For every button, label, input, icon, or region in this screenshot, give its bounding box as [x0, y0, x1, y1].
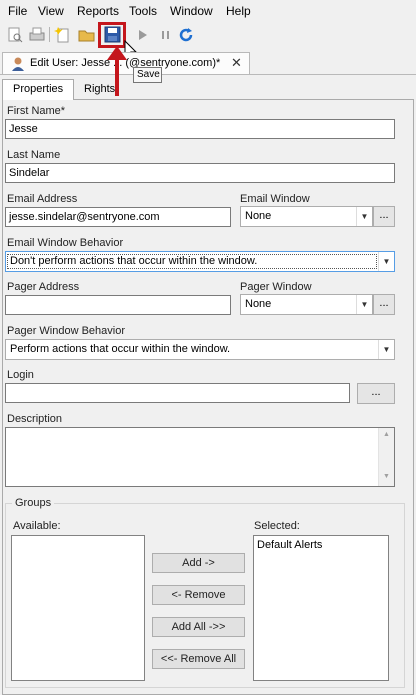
- selected-label: Selected:: [254, 520, 300, 532]
- available-label: Available:: [13, 520, 61, 532]
- pager-window-select[interactable]: None: [240, 294, 373, 315]
- pause-icon[interactable]: [157, 26, 175, 44]
- tab-rights[interactable]: Rights: [84, 83, 115, 95]
- menu-window[interactable]: Window: [170, 4, 213, 18]
- pager-window-label: Pager Window: [240, 281, 312, 293]
- list-item[interactable]: Default Alerts: [254, 536, 388, 554]
- menu-help[interactable]: Help: [226, 4, 251, 18]
- menu-bar: File View Reports Tools Window Help: [0, 0, 416, 22]
- open-folder-icon[interactable]: [78, 26, 96, 44]
- email-window-label: Email Window: [240, 193, 310, 205]
- email-address-field[interactable]: jesse.sindelar@sentryone.com: [5, 207, 231, 227]
- remove-all-button[interactable]: <<- Remove All: [152, 649, 245, 669]
- email-window-browse-button[interactable]: ...: [373, 206, 395, 227]
- user-icon: [10, 56, 26, 75]
- chevron-down-icon[interactable]: ▼: [378, 252, 394, 271]
- email-window-select[interactable]: None: [240, 206, 373, 227]
- first-name-label: First Name*: [7, 105, 66, 117]
- new-icon[interactable]: [54, 26, 72, 44]
- login-browse-button[interactable]: ...: [357, 383, 395, 404]
- print-preview-icon[interactable]: [6, 26, 24, 44]
- pager-window-behavior-select[interactable]: Perform actions that occur within the wi…: [5, 339, 395, 360]
- chevron-down-icon[interactable]: ▼: [378, 340, 394, 359]
- remove-button[interactable]: <- Remove: [152, 585, 245, 605]
- email-window-behavior-label: Email Window Behavior: [7, 237, 124, 249]
- toolbar-separator: [49, 27, 50, 42]
- scroll-down-icon[interactable]: ▼: [383, 473, 390, 480]
- pager-address-field[interactable]: [5, 295, 231, 315]
- save-tooltip: Save: [133, 67, 162, 83]
- pager-window-browse-button[interactable]: ...: [373, 294, 395, 315]
- selected-list[interactable]: Default Alerts: [253, 535, 389, 681]
- last-name-field[interactable]: Sindelar: [5, 163, 395, 183]
- chevron-down-icon[interactable]: ▼: [356, 207, 372, 226]
- available-list[interactable]: [11, 535, 145, 681]
- print-icon[interactable]: [28, 26, 46, 44]
- description-label: Description: [7, 413, 63, 425]
- description-field[interactable]: [5, 427, 395, 487]
- login-label: Login: [7, 369, 34, 381]
- menu-tools[interactable]: Tools: [129, 4, 157, 18]
- chevron-down-icon[interactable]: ▼: [356, 295, 372, 314]
- login-field[interactable]: [5, 383, 350, 403]
- close-icon[interactable]: ✕: [231, 55, 242, 71]
- add-button[interactable]: Add ->: [152, 553, 245, 573]
- first-name-field[interactable]: Jesse: [5, 119, 395, 139]
- menu-file[interactable]: File: [8, 4, 27, 18]
- save-highlight-box: [98, 22, 126, 48]
- tab-properties-label: Properties: [13, 83, 64, 95]
- last-name-label: Last Name: [7, 149, 61, 161]
- scroll-up-icon[interactable]: ▲: [383, 431, 390, 438]
- groups-title: Groups: [12, 497, 55, 509]
- pager-address-label: Pager Address: [7, 281, 80, 293]
- menu-view[interactable]: View: [38, 4, 64, 18]
- menu-reports[interactable]: Reports: [77, 4, 119, 18]
- annotation-arrowhead: [107, 46, 127, 63]
- description-scrollbar[interactable]: ▲ ▼: [378, 428, 394, 486]
- email-address-label: Email Address: [7, 193, 78, 205]
- add-all-button[interactable]: Add All ->>: [152, 617, 245, 637]
- pager-window-behavior-label: Pager Window Behavior: [7, 325, 126, 337]
- focus-rect: [7, 254, 377, 269]
- refresh-icon[interactable]: [178, 26, 196, 44]
